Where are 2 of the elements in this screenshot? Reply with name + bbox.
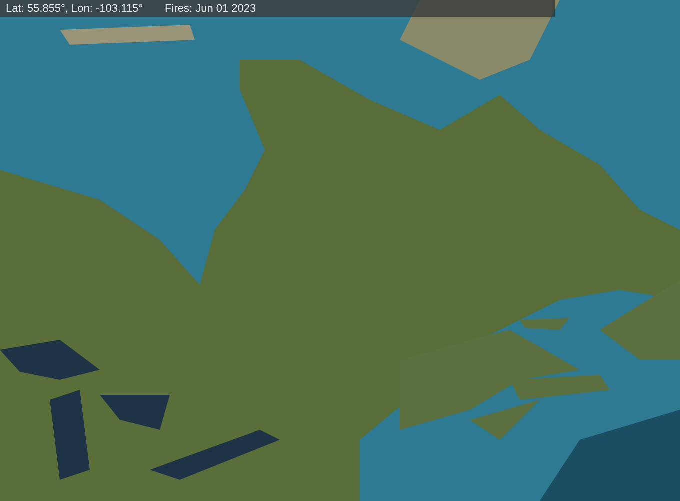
fires-date-label: Fires: Jun 01 2023 [165,2,256,14]
coordinates-readout: Lat: 55.855°, Lon: -103.115° [6,2,144,14]
